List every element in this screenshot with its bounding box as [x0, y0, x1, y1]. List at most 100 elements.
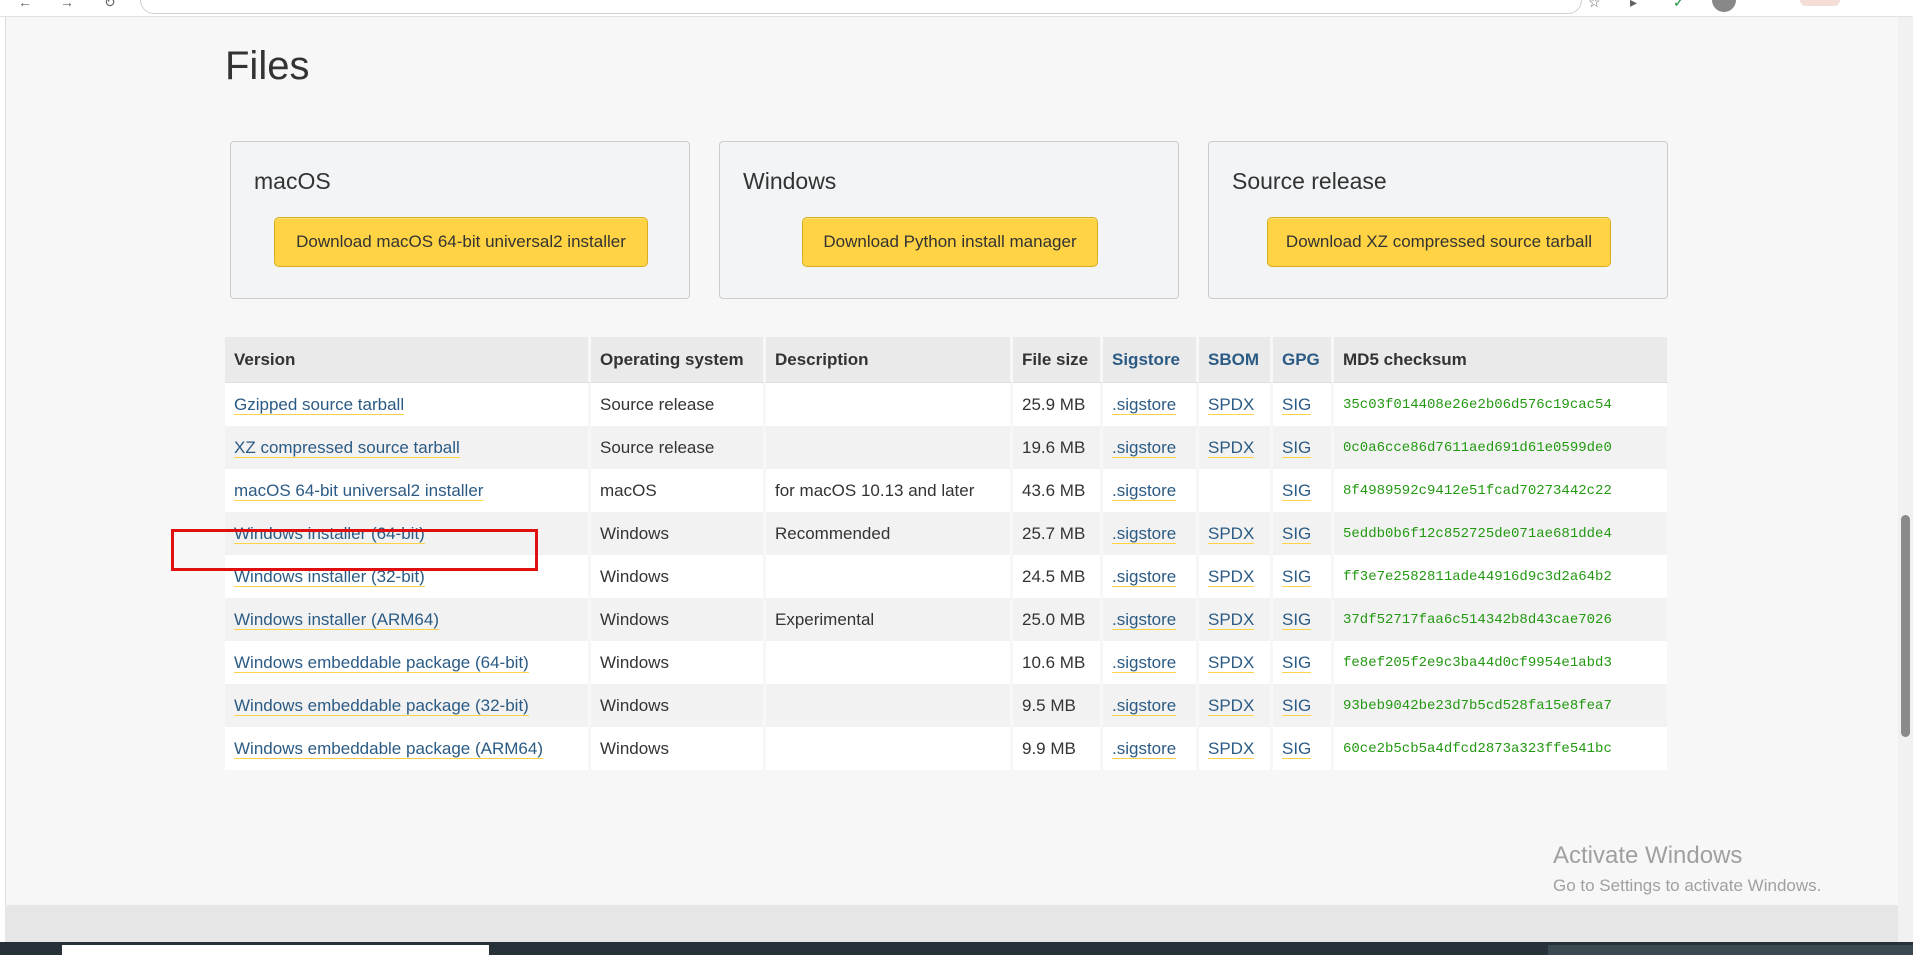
md5-cell: 0c0a6cce86d7611aed691d61e0599de0 — [1334, 426, 1670, 469]
md5-cell: 93beb9042be23d7b5cd528fa15e8fea7 — [1334, 684, 1670, 727]
gpg-link[interactable]: SIG — [1282, 566, 1312, 587]
macos-card: macOS Download macOS 64-bit universal2 i… — [230, 141, 690, 299]
extensions-icon[interactable]: ▸ — [1630, 0, 1637, 11]
table-row: Windows embeddable package (ARM64) Windo… — [225, 727, 1670, 770]
vertical-scrollbar[interactable] — [1898, 17, 1913, 942]
sigstore-link[interactable]: .sigstore — [1112, 523, 1177, 544]
gpg-link[interactable]: SIG — [1282, 480, 1312, 501]
header-gpg-link[interactable]: GPG — [1273, 337, 1334, 383]
version-link[interactable]: macOS 64-bit universal2 installer — [234, 480, 484, 501]
activate-windows-watermark: Activate Windows Go to Settings to activ… — [1553, 842, 1821, 896]
description-cell — [766, 383, 1013, 426]
os-cell: Source release — [591, 426, 766, 469]
sbom-link[interactable]: SPDX — [1208, 394, 1255, 415]
size-cell: 9.5 MB — [1013, 684, 1103, 727]
size-cell: 25.7 MB — [1013, 512, 1103, 555]
source-card: Source release Download XZ compressed so… — [1208, 141, 1668, 299]
table-row: XZ compressed source tarball Source rele… — [225, 426, 1670, 469]
sbom-link[interactable]: SPDX — [1208, 738, 1255, 759]
sigstore-link[interactable]: .sigstore — [1112, 394, 1177, 415]
gpg-link[interactable]: SIG — [1282, 695, 1312, 716]
description-cell — [766, 426, 1013, 469]
gpg-link[interactable]: SIG — [1282, 394, 1312, 415]
table-row: Windows embeddable package (64-bit) Wind… — [225, 641, 1670, 684]
address-bar[interactable] — [140, 0, 1582, 14]
header-file-size: File size — [1013, 337, 1103, 383]
description-cell: Experimental — [766, 598, 1013, 641]
header-md5: MD5 checksum — [1334, 337, 1670, 383]
gpg-link[interactable]: SIG — [1282, 437, 1312, 458]
taskbar — [0, 942, 1913, 955]
sbom-link[interactable]: SPDX — [1208, 652, 1255, 673]
downloads-icon[interactable]: ✓ — [1673, 0, 1685, 11]
sigstore-link[interactable]: .sigstore — [1112, 609, 1177, 630]
version-link[interactable]: Windows embeddable package (ARM64) — [234, 738, 543, 759]
os-cell: Windows — [591, 684, 766, 727]
version-link[interactable]: Gzipped source tarball — [234, 394, 405, 415]
scrollbar-thumb[interactable] — [1901, 515, 1910, 737]
description-cell — [766, 641, 1013, 684]
back-icon[interactable]: ← — [18, 0, 32, 10]
page-footer — [5, 905, 1898, 942]
gpg-link[interactable]: SIG — [1282, 609, 1312, 630]
gpg-link[interactable]: SIG — [1282, 523, 1312, 544]
header-description: Description — [766, 337, 1013, 383]
highlight-box — [171, 529, 538, 571]
os-cell: macOS — [591, 469, 766, 512]
version-link[interactable]: XZ compressed source tarball — [234, 437, 460, 458]
bookmark-star-icon[interactable]: ☆ — [1588, 0, 1601, 11]
table-row: macOS 64-bit universal2 installer macOS … — [225, 469, 1670, 512]
md5-cell: ff3e7e2582811ade44916d9c3d2a64b2 — [1334, 555, 1670, 598]
description-cell — [766, 555, 1013, 598]
sbom-link[interactable]: SPDX — [1208, 695, 1255, 716]
description-cell — [766, 727, 1013, 770]
md5-cell: 8f4989592c9412e51fcad70273442c22 — [1334, 469, 1670, 512]
md5-cell: 35c03f014408e26e2b06d576c19cac54 — [1334, 383, 1670, 426]
download-macos-button[interactable]: Download macOS 64-bit universal2 install… — [274, 217, 648, 267]
header-os: Operating system — [591, 337, 766, 383]
files-heading: Files — [225, 44, 310, 88]
download-install-manager-button[interactable]: Download Python install manager — [802, 217, 1098, 267]
gpg-link[interactable]: SIG — [1282, 652, 1312, 673]
watermark-title: Activate Windows — [1553, 842, 1743, 869]
description-cell: Recommended — [766, 512, 1013, 555]
download-source-button[interactable]: Download XZ compressed source tarball — [1267, 217, 1611, 267]
md5-cell: fe8ef205f2e9c3ba44d0cf9954e1abd3 — [1334, 641, 1670, 684]
os-cell: Windows — [591, 727, 766, 770]
sigstore-link[interactable]: .sigstore — [1112, 480, 1177, 501]
md5-cell: 60ce2b5cb5a4dfcd2873a323ffe541bc — [1334, 727, 1670, 770]
forward-icon[interactable]: → — [60, 0, 74, 10]
sigstore-link[interactable]: .sigstore — [1112, 738, 1177, 759]
md5-cell: 5eddb0b6f12c852725de071ae681dde4 — [1334, 512, 1670, 555]
sbom-link[interactable]: SPDX — [1208, 609, 1255, 630]
version-link[interactable]: Windows installer (ARM64) — [234, 609, 439, 630]
sigstore-link[interactable]: .sigstore — [1112, 437, 1177, 458]
size-cell: 25.9 MB — [1013, 383, 1103, 426]
table-row: Windows installer (ARM64) Windows Experi… — [225, 598, 1670, 641]
header-version: Version — [225, 337, 591, 383]
os-cell: Windows — [591, 512, 766, 555]
taskbar-tray — [1548, 945, 1913, 955]
watermark-subtitle: Go to Settings to activate Windows. — [1553, 876, 1822, 895]
version-link[interactable]: Windows embeddable package (64-bit) — [234, 652, 529, 673]
sbom-link[interactable]: SPDX — [1208, 566, 1255, 587]
windows-card-title: Windows — [743, 168, 837, 194]
profile-avatar[interactable] — [1712, 0, 1736, 12]
sigstore-link[interactable]: .sigstore — [1112, 652, 1177, 673]
reload-icon[interactable]: ↻ — [104, 0, 116, 11]
sbom-link[interactable]: SPDX — [1208, 437, 1255, 458]
extension-badge[interactable] — [1800, 0, 1840, 6]
description-cell: for macOS 10.13 and later — [766, 469, 1013, 512]
taskbar-search[interactable] — [62, 945, 489, 955]
table-header-row: Version Operating system Description Fil… — [225, 337, 1670, 383]
sigstore-link[interactable]: .sigstore — [1112, 566, 1177, 587]
size-cell: 9.9 MB — [1013, 727, 1103, 770]
header-sbom-link[interactable]: SBOM — [1199, 337, 1273, 383]
sigstore-link[interactable]: .sigstore — [1112, 695, 1177, 716]
browser-toolbar: ← → ↻ ☆ ▸ ✓ — [0, 0, 1913, 17]
sbom-link[interactable]: SPDX — [1208, 523, 1255, 544]
os-cell: Windows — [591, 641, 766, 684]
gpg-link[interactable]: SIG — [1282, 738, 1312, 759]
header-sigstore-link[interactable]: Sigstore — [1103, 337, 1199, 383]
version-link[interactable]: Windows embeddable package (32-bit) — [234, 695, 529, 716]
